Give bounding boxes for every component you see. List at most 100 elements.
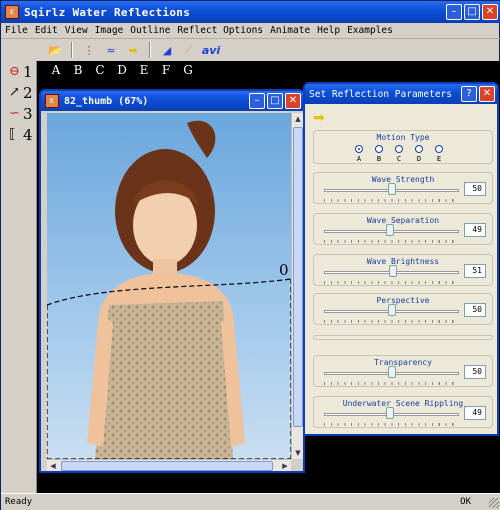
perspective-group: Perspective 50 <box>313 293 493 325</box>
open-folder-icon[interactable]: 📂 <box>45 41 65 59</box>
wave-strength-value[interactable]: 50 <box>464 182 486 196</box>
motion-type-radios: A B C D E <box>354 145 444 163</box>
underwater-rippling-value[interactable]: 49 <box>464 406 486 420</box>
letter-b[interactable]: B <box>67 63 89 77</box>
ponytail <box>187 120 216 158</box>
color-dots-icon[interactable]: ⋮ <box>79 41 99 59</box>
letter-c[interactable]: C <box>89 63 111 77</box>
motion-radio-a[interactable]: A <box>354 145 364 163</box>
status-text: Ready <box>5 497 33 507</box>
radio-dot <box>395 145 403 153</box>
vertical-scrollbar[interactable]: ▲ ▼ <box>291 113 303 459</box>
outline-point-label: 0 <box>279 261 289 279</box>
letter-a[interactable]: A <box>45 63 67 77</box>
perspective-slider-thumb[interactable] <box>387 304 396 316</box>
scroll-down-icon[interactable]: ▼ <box>292 447 304 459</box>
radio-dot <box>375 145 383 153</box>
maximize-button[interactable]: □ <box>464 4 480 20</box>
underwater-rippling-group: Underwater Scene Rippling 49 <box>313 396 493 428</box>
arrow-diagonal-icon: ↗ <box>9 85 20 100</box>
menu-image[interactable]: Image <box>95 25 124 36</box>
toolbar: 📂 ⋮ ≈ ➡ ◢ ⟋ avi <box>1 39 500 61</box>
image-minimize-button[interactable]: – <box>249 93 265 109</box>
wave-icon[interactable]: ≈ <box>101 41 121 59</box>
point-row-1[interactable]: ⊖ 1 <box>1 61 36 82</box>
motion-type-label: Motion Type <box>376 133 430 142</box>
transparency-slider-thumb[interactable] <box>387 366 396 378</box>
status-bar: Ready OK <box>1 493 500 510</box>
wave-strength-slider-thumb[interactable] <box>387 183 396 195</box>
image-close-button[interactable]: ✕ <box>285 93 301 109</box>
motion-radio-d[interactable]: D <box>414 145 424 163</box>
vertical-scroll-thumb[interactable] <box>293 127 303 427</box>
image-window-icon: ε <box>45 94 59 108</box>
wave-brightness-ticks <box>324 281 459 284</box>
dialog-close-button[interactable]: ✕ <box>479 86 495 102</box>
app-icon: ε <box>5 5 19 19</box>
dialog-title: Set Reflection Parameters <box>309 88 452 100</box>
avi-export-button[interactable]: avi <box>201 41 221 59</box>
menu-file[interactable]: File <box>5 25 28 36</box>
photo-illustration <box>47 120 291 459</box>
motion-radio-e[interactable]: E <box>434 145 444 163</box>
close-button[interactable]: ✕ <box>482 4 498 20</box>
scroll-right-icon[interactable]: ▶ <box>279 460 291 472</box>
menu-reflect-options[interactable]: Reflect Options <box>177 25 263 36</box>
curve-icon: ∽ <box>9 106 20 121</box>
wave-separation-value[interactable]: 49 <box>464 223 486 237</box>
outline-points-panel: ⊖ 1 ↗ 2 ∽ 3 ⟦ 4 <box>1 61 37 493</box>
wave-brightness-group: Wave Brightness 51 <box>313 254 493 286</box>
menu-view[interactable]: View <box>65 25 88 36</box>
letter-g[interactable]: G <box>177 63 199 77</box>
title-bar: ε Sqirlz Water Reflections – □ ✕ <box>1 1 500 23</box>
menu-animate[interactable]: Animate <box>270 25 310 36</box>
wave-brightness-slider-thumb[interactable] <box>388 265 397 277</box>
wave-strength-group: Wave Strength 50 <box>313 172 493 204</box>
wave-separation-ticks <box>324 240 459 243</box>
perspective-value[interactable]: 50 <box>464 303 486 317</box>
motion-radio-c[interactable]: C <box>394 145 404 163</box>
menu-outline[interactable]: Outline <box>130 25 170 36</box>
help-button[interactable]: ? <box>461 86 477 102</box>
motion-radio-b[interactable]: B <box>374 145 384 163</box>
circle-minus-icon: ⊖ <box>9 64 20 79</box>
scroll-left-icon[interactable]: ◀ <box>47 460 59 472</box>
divider-bar <box>313 335 493 340</box>
motion-type-group: Motion Type A B C D E <box>313 130 493 164</box>
arrow-right-icon[interactable]: ➡ <box>123 41 143 59</box>
transparency-group: Transparency 50 <box>313 355 493 387</box>
wave-separation-group: Wave Separation 49 <box>313 213 493 245</box>
perspective-icon[interactable]: ◢ <box>157 41 177 59</box>
dress-texture <box>95 301 233 459</box>
resize-grip-icon[interactable] <box>489 498 499 508</box>
wave-strength-ticks <box>324 199 459 202</box>
window-title: Sqirlz Water Reflections <box>24 5 191 19</box>
arrow-right-icon: ➡ <box>313 110 325 126</box>
menu-examples[interactable]: Examples <box>347 25 393 36</box>
photo-canvas[interactable] <box>47 113 291 459</box>
underwater-rippling-slider-thumb[interactable] <box>386 407 395 419</box>
point-row-3[interactable]: ∽ 3 <box>1 103 36 124</box>
menu-edit[interactable]: Edit <box>35 25 58 36</box>
letter-d[interactable]: D <box>111 63 133 77</box>
horizontal-scroll-thumb[interactable] <box>61 461 273 471</box>
letter-f[interactable]: F <box>155 63 177 77</box>
underwater-rippling-ticks <box>324 423 459 426</box>
image-window-title-bar: ε 82_thumb (67%) – □ ✕ <box>41 91 303 111</box>
transparency-ticks <box>324 382 459 385</box>
menu-help[interactable]: Help <box>317 25 340 36</box>
transparency-value[interactable]: 50 <box>464 365 486 379</box>
image-maximize-button[interactable]: □ <box>267 93 283 109</box>
image-window: ε 82_thumb (67%) – □ ✕ 0 ▲ ▼ ◀ ▶ <box>39 89 305 473</box>
letter-e[interactable]: E <box>133 63 155 77</box>
wave-brightness-value[interactable]: 51 <box>464 264 486 278</box>
radio-dot <box>415 145 423 153</box>
minimize-button[interactable]: – <box>446 4 462 20</box>
point-row-2[interactable]: ↗ 2 <box>1 82 36 103</box>
toolbar-separator <box>149 42 151 58</box>
point-row-4[interactable]: ⟦ 4 <box>1 124 36 145</box>
horizontal-scrollbar[interactable]: ◀ ▶ <box>47 459 291 471</box>
wave-separation-slider-thumb[interactable] <box>386 224 395 236</box>
bracket-icon: ⟦ <box>9 127 16 142</box>
diagonal-lines-icon[interactable]: ⟋ <box>179 41 199 59</box>
